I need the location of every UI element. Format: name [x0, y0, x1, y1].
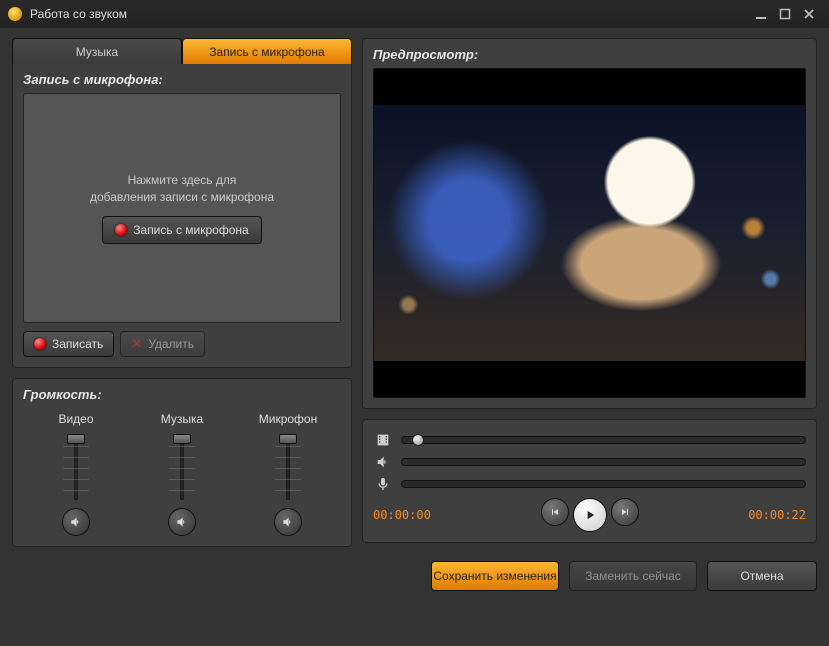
volume-mic: Микрофон — [246, 412, 331, 536]
volume-mic-label: Микрофон — [259, 412, 317, 426]
preview-panel: Предпросмотр: — [362, 38, 817, 409]
track-music-seek[interactable] — [401, 458, 806, 466]
volume-mic-slider[interactable] — [273, 432, 303, 502]
preview-image — [374, 105, 805, 361]
record-dot-icon — [34, 338, 46, 350]
time-current: 00:00:00 — [373, 508, 431, 522]
transport-controls — [431, 498, 748, 532]
record-from-mic-label: Запись с микрофона — [133, 223, 248, 237]
source-tabs: Музыка Запись с микрофона — [12, 38, 352, 64]
microphone-icon — [373, 476, 393, 492]
record-button[interactable]: Записать — [23, 331, 114, 357]
volume-video: Видео — [34, 412, 119, 536]
track-video-seek[interactable] — [401, 436, 806, 444]
recording-hint: Нажмите здесь для добавления записи с ми… — [90, 172, 274, 206]
volume-music-label: Музыка — [161, 412, 203, 426]
replace-button[interactable]: Заменить сейчас — [569, 561, 697, 591]
preview-viewport[interactable] — [373, 68, 806, 398]
track-mic — [373, 476, 806, 492]
record-button-label: Записать — [52, 337, 103, 351]
time-total: 00:00:22 — [748, 508, 806, 522]
next-button[interactable] — [611, 498, 639, 526]
record-from-mic-button[interactable]: Запись с микрофона — [102, 216, 261, 244]
film-icon — [373, 432, 393, 448]
delete-x-icon: ✕ — [131, 336, 142, 352]
volume-video-label: Видео — [58, 412, 93, 426]
maximize-button[interactable] — [773, 4, 797, 24]
volume-music-mute[interactable] — [168, 508, 196, 536]
volume-music-slider[interactable] — [167, 432, 197, 502]
track-music — [373, 454, 806, 470]
volume-mic-mute[interactable] — [274, 508, 302, 536]
volume-panel: Громкость: Видео Музыка — [12, 378, 352, 547]
footer-buttons: Сохранить изменения Заменить сейчас Отме… — [0, 555, 829, 603]
volume-music: Музыка — [140, 412, 225, 536]
close-button[interactable] — [797, 4, 821, 24]
track-video — [373, 432, 806, 448]
prev-button[interactable] — [541, 498, 569, 526]
play-button[interactable] — [573, 498, 607, 532]
record-dot-icon — [115, 224, 127, 236]
volume-video-mute[interactable] — [62, 508, 90, 536]
delete-button[interactable]: ✕ Удалить — [120, 331, 205, 357]
delete-button-label: Удалить — [148, 337, 194, 351]
cancel-button[interactable]: Отмена — [707, 561, 817, 591]
track-mic-seek[interactable] — [401, 480, 806, 488]
app-icon — [8, 7, 22, 21]
save-button[interactable]: Сохранить изменения — [431, 561, 559, 591]
titlebar: Работа со звуком — [0, 0, 829, 28]
preview-panel-title: Предпросмотр: — [373, 47, 806, 62]
volume-video-slider[interactable] — [61, 432, 91, 502]
recording-panel: Запись с микрофона: Нажмите здесь для до… — [12, 63, 352, 368]
minimize-button[interactable] — [749, 4, 773, 24]
speaker-icon — [373, 454, 393, 470]
playhead-icon[interactable] — [412, 434, 424, 446]
volume-panel-title: Громкость: — [23, 387, 341, 402]
window-title: Работа со звуком — [30, 7, 749, 21]
recording-drop-area[interactable]: Нажмите здесь для добавления записи с ми… — [23, 93, 341, 323]
timeline-panel: 00:00:00 00:00:22 — [362, 419, 817, 543]
recording-panel-title: Запись с микрофона: — [23, 72, 341, 87]
tab-music[interactable]: Музыка — [12, 38, 182, 64]
tab-microphone[interactable]: Запись с микрофона — [182, 38, 352, 64]
